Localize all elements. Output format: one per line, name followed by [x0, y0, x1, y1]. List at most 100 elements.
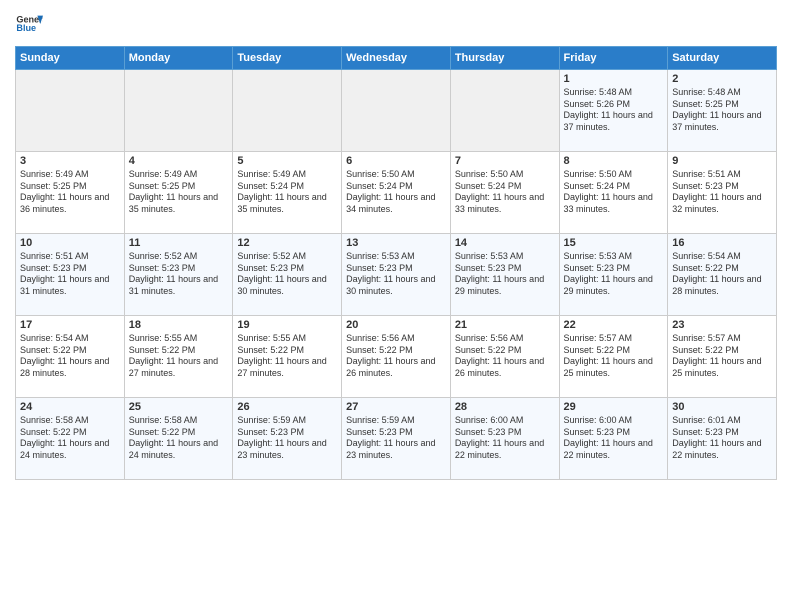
- day-number: 7: [455, 155, 555, 167]
- calendar-cell: 23Sunrise: 5:57 AMSunset: 5:22 PMDayligh…: [668, 316, 777, 398]
- day-info: Sunrise: 5:58 AM: [20, 415, 120, 427]
- day-info: Sunset: 5:25 PM: [672, 99, 772, 111]
- calendar-week-4: 24Sunrise: 5:58 AMSunset: 5:22 PMDayligh…: [16, 398, 777, 480]
- calendar-body: 1 Sunrise: 5:48 AMSunset: 5:26 PM Daylight…: [16, 70, 777, 480]
- day-info: Sunrise: 5:56 AM: [455, 333, 555, 345]
- calendar-cell: 3Sunrise: 5:49 AMSunset: 5:25 PMDaylight…: [16, 152, 125, 234]
- calendar-cell: 1Sunrise: 5:48 AMSunset: 5:26 PMDaylight…: [559, 70, 668, 152]
- day-info: Sunrise: 5:48 AM: [564, 87, 664, 99]
- day-info: Daylight: 11 hours and 30 minutes.: [346, 274, 446, 297]
- day-info: Sunrise: 5:49 AM: [20, 169, 120, 181]
- weekday-header-monday: Monday: [124, 47, 233, 70]
- day-info: Daylight: 11 hours and 24 minutes.: [129, 438, 229, 461]
- day-info: Daylight: 11 hours and 36 minutes.: [20, 192, 120, 215]
- day-info: Daylight: 11 hours and 31 minutes.: [129, 274, 229, 297]
- day-info: Daylight: 11 hours and 26 minutes.: [346, 356, 446, 379]
- day-info: Sunrise: 5:49 AM: [237, 169, 337, 181]
- day-number: 5: [237, 155, 337, 167]
- day-info: Sunset: 5:23 PM: [672, 427, 772, 439]
- day-number: 21: [455, 319, 555, 331]
- weekday-header-wednesday: Wednesday: [342, 47, 451, 70]
- weekday-header-saturday: Saturday: [668, 47, 777, 70]
- day-number: 16: [672, 237, 772, 249]
- calendar-header: SundayMondayTuesdayWednesdayThursdayFrid…: [16, 47, 777, 70]
- day-number: 24: [20, 401, 120, 413]
- day-info: Daylight: 11 hours and 27 minutes.: [129, 356, 229, 379]
- day-number: 25: [129, 401, 229, 413]
- day-number: 18: [129, 319, 229, 331]
- day-info: Sunrise: 5:55 AM: [237, 333, 337, 345]
- calendar-container: General Blue SundayMondayTuesdayWednesda…: [0, 0, 792, 612]
- day-info: Sunset: 5:23 PM: [237, 427, 337, 439]
- calendar-cell: [124, 70, 233, 152]
- calendar-cell: [342, 70, 451, 152]
- calendar-cell: 18Sunrise: 5:55 AMSunset: 5:22 PMDayligh…: [124, 316, 233, 398]
- calendar-table: SundayMondayTuesdayWednesdayThursdayFrid…: [15, 46, 777, 480]
- logo-icon: General Blue: [15, 10, 43, 38]
- calendar-week-2: 10Sunrise: 5:51 AMSunset: 5:23 PMDayligh…: [16, 234, 777, 316]
- calendar-cell: [450, 70, 559, 152]
- day-info: Sunset: 5:26 PM: [564, 99, 664, 111]
- header: General Blue: [15, 10, 777, 38]
- day-info: Daylight: 11 hours and 32 minutes.: [672, 192, 772, 215]
- day-info: Sunrise: 5:49 AM: [129, 169, 229, 181]
- calendar-cell: 4Sunrise: 5:49 AMSunset: 5:25 PMDaylight…: [124, 152, 233, 234]
- day-number: 28: [455, 401, 555, 413]
- day-info: Sunset: 5:22 PM: [672, 345, 772, 357]
- day-info: Sunrise: 5:51 AM: [672, 169, 772, 181]
- day-info: Sunrise: 5:55 AM: [129, 333, 229, 345]
- day-info: Sunrise: 5:52 AM: [129, 251, 229, 263]
- day-info: Sunrise: 5:57 AM: [672, 333, 772, 345]
- day-info: Sunset: 5:25 PM: [129, 181, 229, 193]
- svg-text:Blue: Blue: [16, 23, 36, 33]
- day-info: Sunrise: 5:59 AM: [237, 415, 337, 427]
- calendar-cell: 7Sunrise: 5:50 AMSunset: 5:24 PMDaylight…: [450, 152, 559, 234]
- day-info: Sunset: 5:23 PM: [455, 427, 555, 439]
- day-number: 17: [20, 319, 120, 331]
- day-info: Sunrise: 5:50 AM: [564, 169, 664, 181]
- day-info: Sunrise: 5:50 AM: [346, 169, 446, 181]
- day-info: Sunset: 5:24 PM: [455, 181, 555, 193]
- day-info: Sunrise: 6:00 AM: [564, 415, 664, 427]
- day-info: Sunrise: 5:53 AM: [346, 251, 446, 263]
- day-info: Daylight: 11 hours and 30 minutes.: [237, 274, 337, 297]
- calendar-cell: 16Sunrise: 5:54 AMSunset: 5:22 PMDayligh…: [668, 234, 777, 316]
- day-number: 30: [672, 401, 772, 413]
- day-info: Sunrise: 5:56 AM: [346, 333, 446, 345]
- day-info: Daylight: 11 hours and 29 minutes.: [455, 274, 555, 297]
- calendar-cell: 27Sunrise: 5:59 AMSunset: 5:23 PMDayligh…: [342, 398, 451, 480]
- day-info: Daylight: 11 hours and 22 minutes.: [564, 438, 664, 461]
- day-number: 27: [346, 401, 446, 413]
- day-info: Sunset: 5:22 PM: [237, 345, 337, 357]
- calendar-cell: 20 Sunrise: 5:56 AMSunset: 5:22 PMDayligh…: [342, 316, 451, 398]
- calendar-cell: 6Sunrise: 5:50 AMSunset: 5:24 PMDaylight…: [342, 152, 451, 234]
- day-info: Sunrise: 5:51 AM: [20, 251, 120, 263]
- day-info: Sunrise: 5:53 AM: [455, 251, 555, 263]
- day-info: Sunset: 5:23 PM: [20, 263, 120, 275]
- day-info: Daylight: 11 hours and 28 minutes.: [20, 356, 120, 379]
- calendar-cell: 5Sunrise: 5:49 AMSunset: 5:24 PMDaylight…: [233, 152, 342, 234]
- day-number: 29: [564, 401, 664, 413]
- logo: General Blue: [15, 10, 43, 38]
- calendar-cell: 9Sunrise: 5:51 AMSunset: 5:23 PMDaylight…: [668, 152, 777, 234]
- calendar-cell: 2Sunrise: 5:48 AMSunset: 5:25 PMDaylight…: [668, 70, 777, 152]
- day-number: 1: [564, 73, 664, 85]
- day-number: 12: [237, 237, 337, 249]
- calendar-cell: 14Sunrise: 5:53 AMSunset: 5:23 PMDayligh…: [450, 234, 559, 316]
- day-number: 15: [564, 237, 664, 249]
- day-info: Sunset: 5:25 PM: [20, 181, 120, 193]
- day-number: 9: [672, 155, 772, 167]
- day-number: 10: [20, 237, 120, 249]
- day-info: Daylight: 11 hours and 25 minutes.: [564, 356, 664, 379]
- day-info: Sunset: 5:22 PM: [346, 345, 446, 357]
- day-number: 19: [237, 319, 337, 331]
- day-info: Sunrise: 5:58 AM: [129, 415, 229, 427]
- day-number: 22: [564, 319, 664, 331]
- day-number: 20: [346, 319, 446, 331]
- day-info: Daylight: 11 hours and 37 minutes.: [672, 110, 772, 133]
- calendar-cell: 8Sunrise: 5:50 AMSunset: 5:24 PMDaylight…: [559, 152, 668, 234]
- day-info: Sunset: 5:23 PM: [564, 263, 664, 275]
- day-info: Sunset: 5:22 PM: [672, 263, 772, 275]
- day-number: 4: [129, 155, 229, 167]
- calendar-cell: 21Sunrise: 5:56 AMSunset: 5:22 PMDayligh…: [450, 316, 559, 398]
